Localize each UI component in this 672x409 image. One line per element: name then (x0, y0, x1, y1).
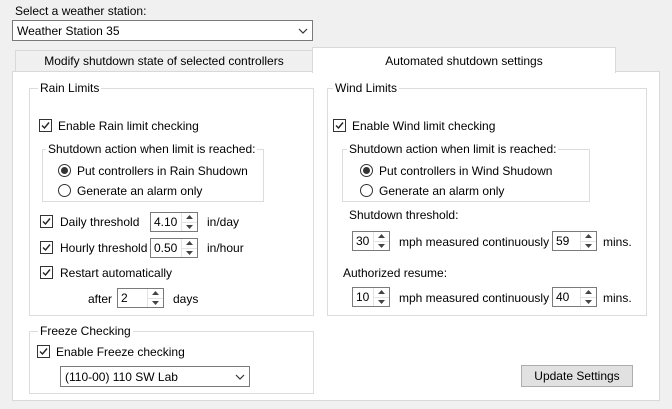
spin-down-icon[interactable] (374, 298, 389, 307)
hourly-threshold-stepper[interactable]: 0.50 (150, 238, 198, 258)
rain-enable-label[interactable]: Enable Rain limit checking (58, 119, 199, 133)
spin-up-icon[interactable] (581, 288, 596, 298)
tab-automated-shutdown[interactable]: Automated shutdown settings (312, 47, 616, 73)
check-icon (42, 244, 51, 252)
restart-days-value: 2 (121, 291, 128, 305)
restart-after-label: after (88, 292, 113, 306)
wind-alarm-label[interactable]: Generate an alarm only (379, 184, 504, 198)
wind-resume-time-value: 40 (556, 290, 570, 304)
rain-action-title: Shutdown action when limit is reached: (46, 142, 258, 156)
wind-resume-unit: mins. (603, 291, 632, 305)
spin-up-icon[interactable] (581, 232, 596, 242)
wind-resume-time-stepper[interactable]: 40 (552, 287, 597, 307)
wind-resume-label: Authorized resume: (343, 266, 448, 280)
tab-label: Automated shutdown settings (385, 53, 543, 68)
hourly-threshold-label[interactable]: Hourly threshold (60, 241, 147, 255)
rain-alarm-label[interactable]: Generate an alarm only (77, 184, 202, 198)
spin-down-icon[interactable] (374, 242, 389, 251)
wind-shutdown-label[interactable]: Put controllers in Wind Shudown (379, 164, 552, 178)
daily-threshold-unit: in/day (207, 215, 240, 229)
tab-label: Modify shutdown state of selected contro… (44, 54, 284, 68)
station-label: Select a weather station: (15, 4, 147, 18)
restart-days-stepper[interactable]: 2 (117, 288, 164, 308)
spin-up-icon[interactable] (148, 289, 163, 299)
rain-shutdown-label[interactable]: Put controllers in Rain Shudown (77, 164, 248, 178)
radio-dot-icon (363, 167, 370, 174)
wind-threshold-speed-stepper[interactable]: 30 (352, 231, 390, 251)
update-settings-label: Update Settings (534, 369, 620, 383)
chevron-down-icon (231, 374, 249, 380)
restart-days-unit: days (173, 292, 199, 306)
spin-down-icon[interactable] (581, 242, 596, 251)
tab-modify-shutdown[interactable]: Modify shutdown state of selected contro… (15, 50, 313, 72)
wind-threshold-time-stepper[interactable]: 59 (552, 231, 597, 251)
check-icon (42, 218, 51, 226)
wind-shutdown-radio[interactable] (360, 164, 373, 177)
wind-enable-label[interactable]: Enable Wind limit checking (352, 119, 495, 133)
freeze-controller-select[interactable]: (110-00) 110 SW Lab (60, 366, 250, 387)
daily-threshold-stepper[interactable]: 4.10 (150, 212, 198, 232)
hourly-threshold-unit: in/hour (207, 241, 244, 255)
restart-checkbox[interactable] (40, 266, 53, 279)
radio-dot-icon (61, 167, 68, 174)
freeze-controller-value: (110-00) 110 SW Lab (65, 369, 178, 384)
freeze-enable-label[interactable]: Enable Freeze checking (56, 345, 185, 359)
check-icon (39, 348, 48, 356)
wind-threshold-unit: mins. (603, 235, 632, 249)
spin-down-icon[interactable] (148, 299, 163, 308)
hourly-threshold-checkbox[interactable] (40, 241, 53, 254)
rain-shutdown-radio[interactable] (58, 164, 71, 177)
wind-action-title: Shutdown action when limit is reached: (347, 142, 559, 156)
daily-threshold-checkbox[interactable] (40, 215, 53, 228)
wind-threshold-time-value: 59 (556, 234, 570, 248)
wind-resume-speed-value: 10 (356, 290, 370, 304)
rain-limits-title: Rain Limits (38, 81, 102, 95)
spin-up-icon[interactable] (182, 213, 197, 223)
check-icon (335, 122, 344, 130)
spin-down-icon[interactable] (182, 223, 197, 232)
freeze-enable-checkbox[interactable] (37, 345, 50, 358)
check-icon (41, 122, 50, 130)
wind-resume-speed-stepper[interactable]: 10 (352, 287, 390, 307)
wind-resume-mid: mph measured continuously for (399, 291, 567, 305)
check-icon (42, 269, 51, 277)
spin-up-icon[interactable] (182, 239, 197, 249)
spin-down-icon[interactable] (581, 298, 596, 307)
rain-alarm-radio[interactable] (58, 184, 71, 197)
wind-threshold-mid: mph measured continuously for (399, 235, 567, 249)
station-select-value: Weather Station 35 (17, 23, 120, 38)
spin-up-icon[interactable] (374, 288, 389, 298)
wind-alarm-radio[interactable] (360, 184, 373, 197)
hourly-threshold-value: 0.50 (154, 241, 178, 255)
spin-down-icon[interactable] (182, 249, 197, 258)
wind-threshold-speed-value: 30 (356, 234, 370, 248)
spin-up-icon[interactable] (374, 232, 389, 242)
wind-enable-checkbox[interactable] (333, 119, 346, 132)
freeze-checking-title: Freeze Checking (38, 324, 133, 338)
chevron-down-icon (294, 28, 312, 34)
restart-label[interactable]: Restart automatically (60, 266, 172, 280)
daily-threshold-label[interactable]: Daily threshold (60, 215, 139, 229)
wind-threshold-label: Shutdown threshold: (349, 208, 459, 222)
update-settings-button[interactable]: Update Settings (521, 365, 633, 387)
daily-threshold-value: 4.10 (154, 215, 178, 229)
wind-limits-title: Wind Limits (333, 81, 400, 95)
station-select[interactable]: Weather Station 35 (12, 20, 313, 41)
rain-enable-checkbox[interactable] (39, 119, 52, 132)
